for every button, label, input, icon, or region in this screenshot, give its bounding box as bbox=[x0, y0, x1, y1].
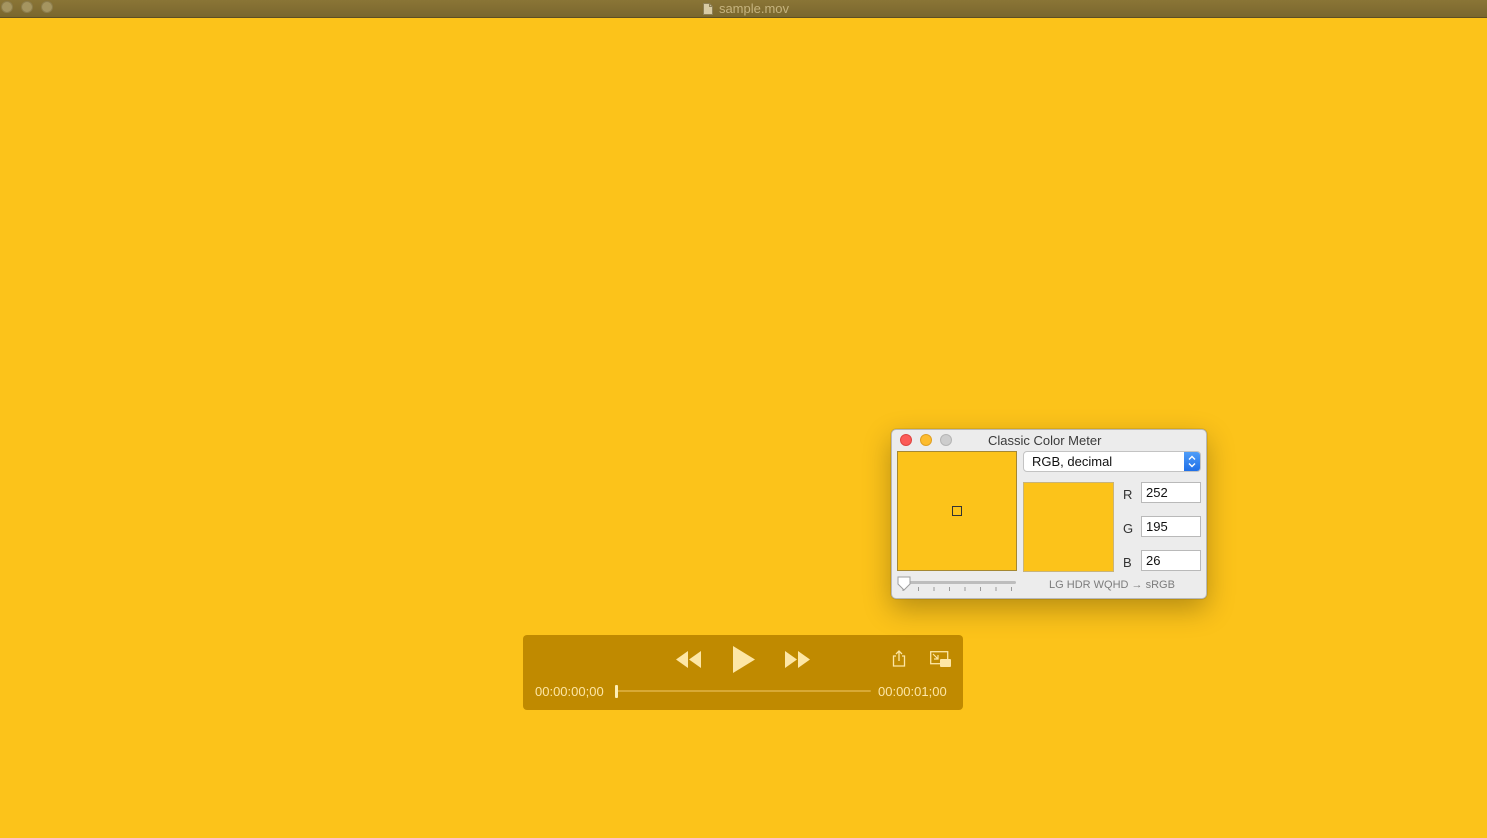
color-mode-value: RGB, decimal bbox=[1032, 454, 1113, 469]
scrub-bar[interactable] bbox=[617, 690, 871, 692]
green-value-field[interactable]: 195 bbox=[1141, 516, 1201, 537]
aperture-box bbox=[952, 506, 962, 516]
picture-in-picture-icon[interactable] bbox=[930, 651, 952, 668]
green-label: G bbox=[1123, 521, 1134, 536]
close-icon[interactable] bbox=[900, 434, 912, 446]
fast-forward-icon[interactable] bbox=[785, 651, 811, 668]
slider-thumb[interactable] bbox=[897, 576, 911, 591]
share-icon[interactable] bbox=[892, 650, 906, 667]
color-meter-window: Classic Color Meter RGB, decimal R 252 G… bbox=[891, 429, 1207, 599]
rewind-icon[interactable] bbox=[676, 651, 702, 668]
video-frame[interactable] bbox=[0, 18, 1487, 838]
playback-controls: 00:00:00;00 00:00:01;00 bbox=[523, 635, 963, 710]
color-swatch bbox=[1023, 482, 1114, 572]
minimize-icon[interactable] bbox=[920, 434, 932, 446]
color-meter-title: Classic Color Meter bbox=[988, 433, 1102, 448]
blue-label: B bbox=[1123, 555, 1132, 570]
color-mode-select[interactable]: RGB, decimal bbox=[1023, 451, 1201, 472]
current-time: 00:00:00;00 bbox=[535, 684, 604, 699]
document-icon bbox=[702, 2, 713, 15]
aperture-size-slider[interactable] bbox=[902, 581, 1016, 584]
color-profile-label: LG HDR WQHD → sRGB bbox=[1049, 579, 1175, 591]
aperture-preview bbox=[897, 451, 1017, 571]
blue-value-field[interactable]: 26 bbox=[1141, 550, 1201, 571]
chevron-updown-icon bbox=[1184, 452, 1200, 471]
window-titlebar: sample.mov bbox=[0, 0, 1487, 18]
red-value-field[interactable]: 252 bbox=[1141, 482, 1201, 503]
zoom-icon[interactable] bbox=[940, 434, 952, 446]
slider-ticks bbox=[902, 587, 1012, 591]
playhead[interactable] bbox=[615, 685, 618, 698]
red-label: R bbox=[1123, 487, 1133, 502]
window-title: sample.mov bbox=[718, 1, 790, 16]
play-icon[interactable] bbox=[732, 646, 755, 673]
duration: 00:00:01;00 bbox=[878, 684, 947, 699]
